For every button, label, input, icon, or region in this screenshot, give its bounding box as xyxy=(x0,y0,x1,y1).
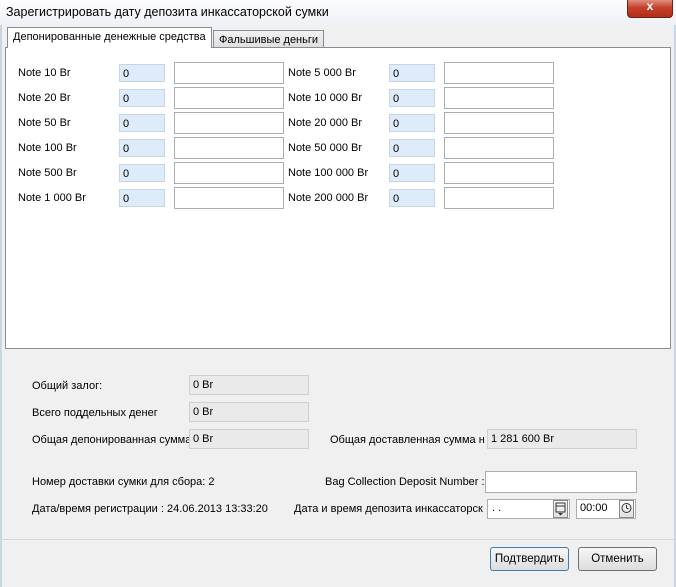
note-amount-input[interactable] xyxy=(444,112,554,134)
total-counterfeit-value: 0 Br xyxy=(189,402,309,422)
tab-panel: Note 10 Br 0 Note 20 Br 0 Note 50 Br 0 N… xyxy=(5,47,671,349)
note-amount-input[interactable] xyxy=(444,87,554,109)
note-count: 0 xyxy=(119,89,165,107)
confirm-button-label: Подтвердить xyxy=(494,553,565,565)
note-label: Note 20 Br xyxy=(18,92,71,104)
note-label: Note 20 000 Br xyxy=(288,117,362,129)
note-amount-input[interactable] xyxy=(174,112,284,134)
deposit-time-value: 00:00 xyxy=(580,502,608,514)
note-count: 0 xyxy=(389,189,435,207)
note-amount-input[interactable] xyxy=(174,62,284,84)
note-count: 0 xyxy=(119,139,165,157)
bag-collection-label: Bag Collection Deposit Number : xyxy=(325,476,485,488)
total-counterfeit-label: Всего поддельных денег xyxy=(32,407,158,419)
note-amount-input[interactable] xyxy=(444,162,554,184)
window-border-left xyxy=(0,0,2,587)
note-count: 0 xyxy=(119,164,165,182)
cancel-button[interactable]: Отменить xyxy=(578,547,657,571)
total-delivered-value: 1 281 600 Br xyxy=(487,429,637,449)
deposit-datetime-label: Дата и время депозита инкассаторск xyxy=(294,503,483,515)
bag-collection-deposit-number-input[interactable] xyxy=(485,471,637,493)
note-amount-input[interactable] xyxy=(444,187,554,209)
note-amount-input[interactable] xyxy=(174,162,284,184)
note-label: Note 1 000 Br xyxy=(18,192,86,204)
note-label: Note 200 000 Br xyxy=(288,192,369,204)
clock-icon xyxy=(621,503,632,513)
deposit-date-value: . . xyxy=(492,502,502,514)
note-label: Note 10 Br xyxy=(18,67,71,79)
title-bar[interactable]: Зарегистрировать дату депозита инкассато… xyxy=(0,0,676,25)
note-amount-input[interactable] xyxy=(444,137,554,159)
calendar-icon xyxy=(555,502,566,516)
note-amount-input[interactable] xyxy=(174,87,284,109)
note-amount-input[interactable] xyxy=(444,62,554,84)
note-label: Note 5 000 Br xyxy=(288,67,356,79)
note-count: 0 xyxy=(389,139,435,157)
total-deposit-label: Общий залог: xyxy=(32,380,103,392)
note-label: Note 50 000 Br xyxy=(288,142,362,154)
close-button[interactable]: x xyxy=(627,0,673,18)
note-label: Note 100 Br xyxy=(18,142,77,154)
note-count: 0 xyxy=(389,164,435,182)
note-amount-input[interactable] xyxy=(174,137,284,159)
date-picker-button[interactable] xyxy=(553,500,568,518)
close-icon: x xyxy=(646,0,654,13)
total-deposited-label: Общая депонированная сумма xyxy=(32,434,192,446)
confirm-button[interactable]: Подтвердить xyxy=(490,547,569,571)
note-label: Note 500 Br xyxy=(18,167,77,179)
tab-deposited-money[interactable]: Депонированные денежные средства xyxy=(7,27,212,48)
note-count: 0 xyxy=(119,114,165,132)
total-delivered-label: Общая доставленная сумма на xyxy=(330,434,485,446)
delivery-number-text: Номер доставки сумки для сбора: 2 xyxy=(32,476,215,488)
note-count: 0 xyxy=(119,189,165,207)
footer-divider xyxy=(0,539,676,540)
note-label: Note 100 000 Br xyxy=(288,167,369,179)
total-deposited-value: 0 Br xyxy=(189,429,309,449)
time-picker-button[interactable] xyxy=(619,500,634,518)
cancel-button-label: Отменить xyxy=(591,553,644,565)
window-title: Зарегистрировать дату депозита инкассато… xyxy=(6,5,329,19)
note-amount-input[interactable] xyxy=(174,187,284,209)
note-count: 0 xyxy=(389,89,435,107)
note-count: 0 xyxy=(389,64,435,82)
total-deposit-value: 0 Br xyxy=(189,375,309,395)
registration-datetime-text: Дата/время регистрации : 24.06.2013 13:3… xyxy=(32,503,268,515)
note-label: Note 50 Br xyxy=(18,117,71,129)
note-count: 0 xyxy=(389,114,435,132)
note-label: Note 10 000 Br xyxy=(288,92,362,104)
note-count: 0 xyxy=(119,64,165,82)
